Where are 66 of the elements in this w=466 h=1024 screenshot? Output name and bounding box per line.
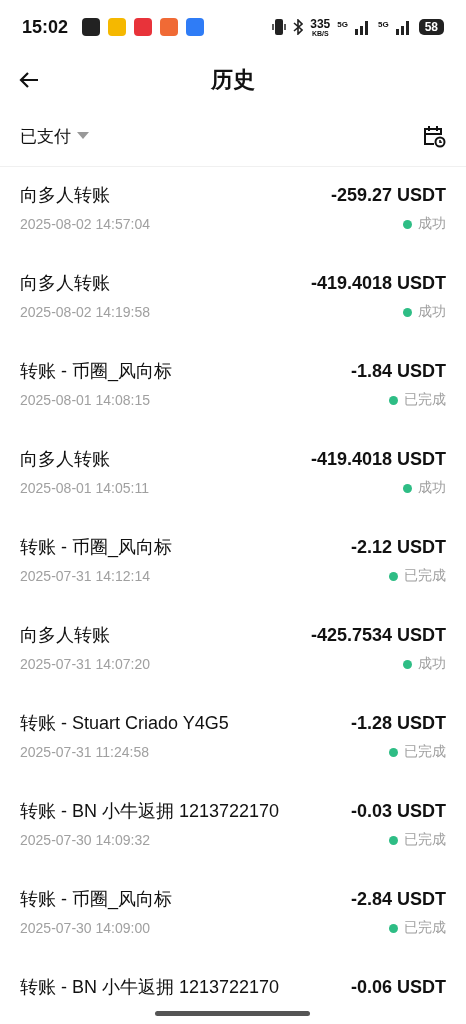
- transaction-title: 向多人转账: [20, 448, 110, 471]
- transaction-date: 2025-07-31 14:07:20: [20, 656, 150, 672]
- transaction-amount: -419.4018 USDT: [310, 448, 446, 470]
- status-dot: [403, 483, 412, 493]
- transaction-title: 转账 - 币圈_风向标: [20, 360, 172, 383]
- transaction-date: 2025-07-30 14:09:32: [20, 832, 150, 848]
- transaction-status: 成功: [418, 655, 446, 673]
- status-dot: [403, 307, 412, 317]
- transaction-date: 2025-07-30 14:09:00: [20, 920, 150, 936]
- back-arrow-icon[interactable]: [18, 70, 40, 90]
- transaction-status: 已完成: [404, 743, 446, 761]
- network-type: 5G: [377, 19, 389, 29]
- transaction-amount: -2.84 USDT: [350, 888, 446, 910]
- transaction-date: 2025-07-31 14:12:14: [20, 568, 150, 584]
- status-dot: [389, 923, 398, 933]
- signal-icon: [354, 19, 371, 35]
- transaction-amount: -259.27 USDT: [330, 184, 446, 206]
- status-dot: [389, 395, 398, 405]
- page-title: 历史: [211, 66, 255, 94]
- status-time: 15:02: [22, 16, 69, 38]
- network-type: 5G: [337, 19, 348, 29]
- app-notification-icon: [82, 18, 101, 36]
- transaction-amount: -419.4018 USDT: [310, 272, 446, 294]
- transaction-title: 转账 - 币圈_风向标: [20, 888, 172, 911]
- transaction-amount: -0.06 USDT: [350, 976, 446, 998]
- transaction-amount: -1.28 USDT: [350, 712, 446, 734]
- transaction-date: 2025-08-02 14:57:04: [20, 216, 150, 232]
- calendar-clock-icon[interactable]: [422, 124, 446, 148]
- transaction-title: 转账 - BN 小牛返拥 1213722170: [20, 800, 280, 823]
- transaction-status: 已完成: [404, 567, 446, 585]
- transaction-title: 转账 - BN 小牛返拥 1213722170: [20, 976, 280, 999]
- app-notification-icon: [186, 18, 205, 36]
- battery-level: 58: [418, 19, 444, 35]
- signal-icon: [395, 19, 412, 35]
- network-speed: 335: [310, 17, 331, 30]
- caret-icon: [77, 132, 89, 140]
- transaction-date: 2025-08-01 14:05:11: [20, 480, 149, 496]
- transaction-amount: -2.12 USDT: [350, 536, 446, 558]
- transaction-date: 2025-08-02 14:19:58: [20, 304, 150, 320]
- transaction-status: 已完成: [404, 391, 446, 409]
- transaction-title: 转账 - 币圈_风向标: [20, 536, 172, 559]
- status-dot: [389, 835, 398, 845]
- transaction-date: 2025-08-01 14:08:15: [20, 392, 150, 408]
- transaction-amount: -425.7534 USDT: [310, 624, 446, 646]
- transaction-status: 成功: [418, 303, 446, 321]
- transaction-status: 成功: [418, 215, 446, 233]
- transaction-title: 向多人转账: [20, 624, 110, 647]
- status-dot: [389, 571, 398, 581]
- status-filter-dropdown[interactable]: 已支付: [20, 124, 89, 148]
- transaction-title: 向多人转账: [20, 272, 110, 295]
- status-dot: [389, 747, 398, 757]
- status-dot: [403, 219, 412, 229]
- vibrate-icon: [272, 18, 287, 36]
- transaction-title: 向多人转账: [20, 184, 110, 207]
- status-dot: [403, 659, 412, 669]
- app-notification-icon: [108, 18, 127, 36]
- transaction-date: 2025-07-31 11:24:58: [20, 744, 149, 760]
- app-notification-icon: [160, 18, 179, 36]
- transaction-amount: -1.84 USDT: [350, 360, 446, 382]
- transaction-status: 已完成: [404, 919, 446, 937]
- bluetooth-icon: [293, 19, 304, 35]
- app-notification-icon: [134, 18, 153, 36]
- transaction-amount: -0.03 USDT: [350, 800, 446, 822]
- transaction-status: 成功: [418, 479, 446, 497]
- transaction-title: 转账 - Stuart Criado Y4G5: [20, 712, 229, 735]
- transaction-status: 已完成: [404, 831, 446, 849]
